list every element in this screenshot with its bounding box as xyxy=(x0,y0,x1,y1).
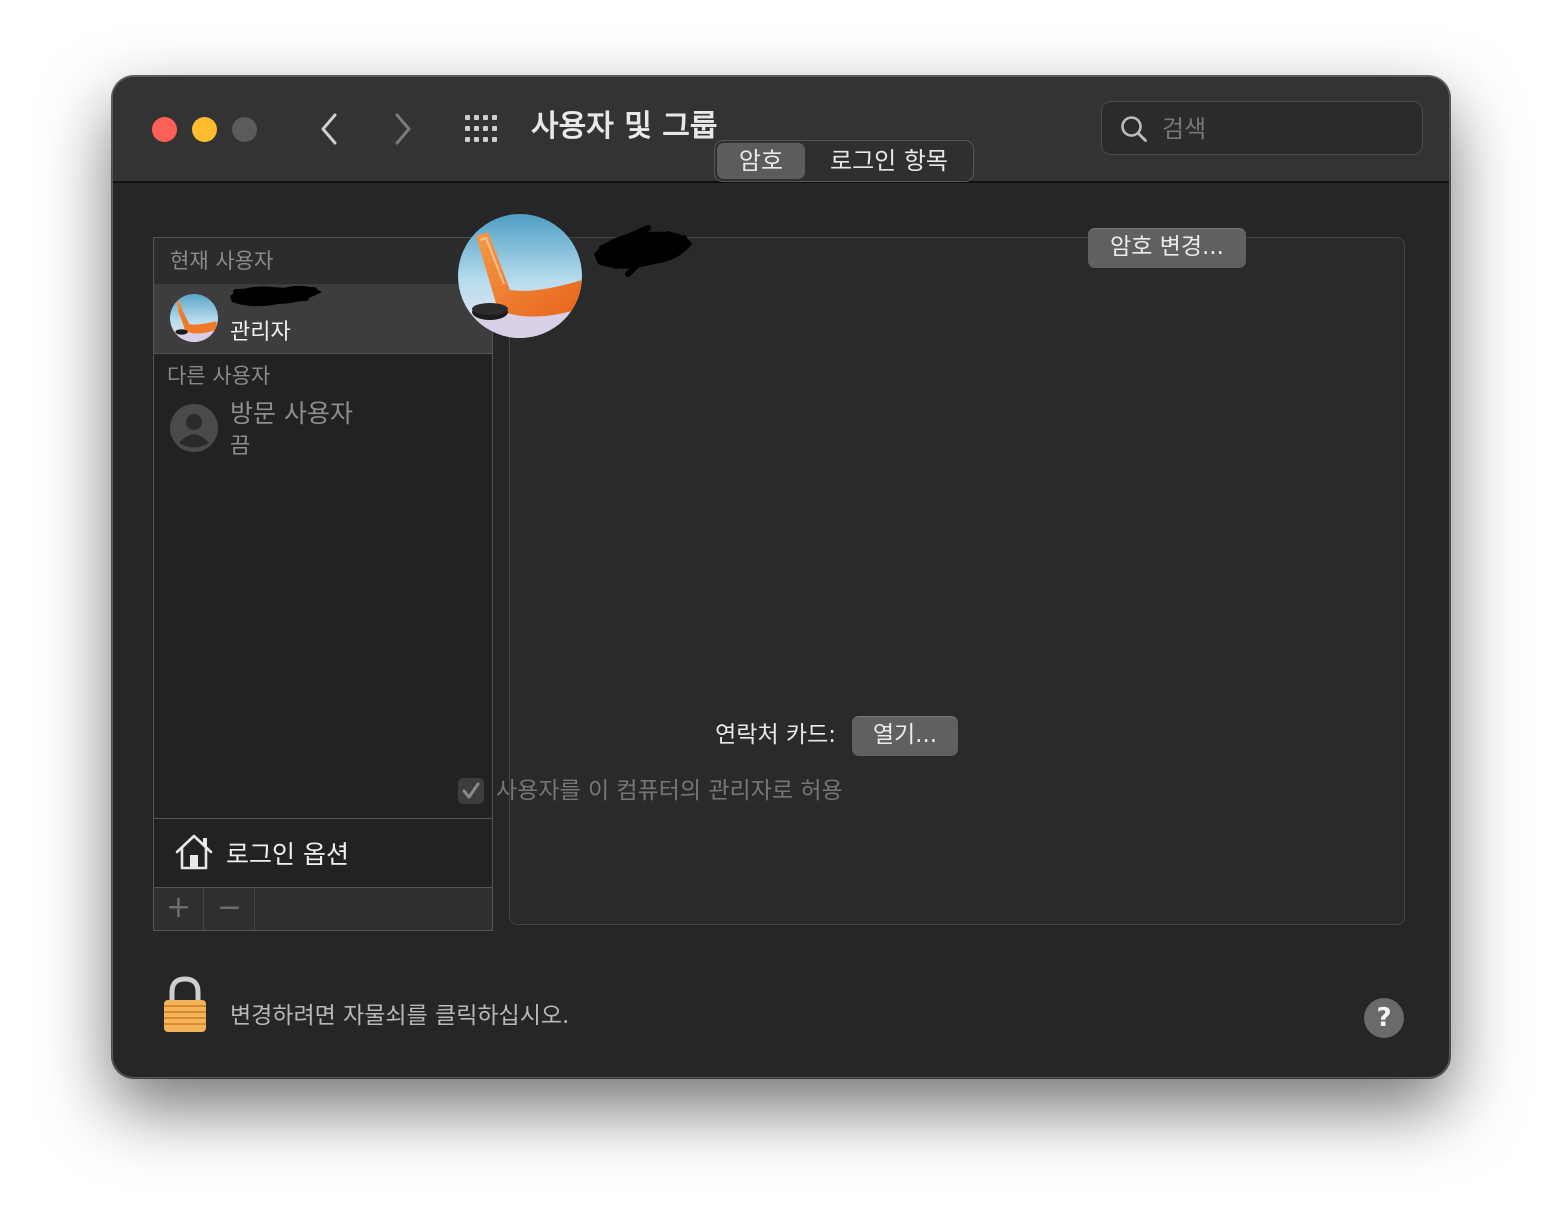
system-preferences-window: 사용자 및 그룹 현재 사용자 xyxy=(112,76,1450,1078)
search-field[interactable] xyxy=(1101,101,1423,155)
tab-login-items[interactable]: 로그인 항목 xyxy=(807,143,971,179)
redacted-username xyxy=(230,285,322,307)
back-chevron-icon xyxy=(321,113,337,145)
other-users-header: 다른 사용자 xyxy=(167,364,271,388)
avatar xyxy=(170,294,218,342)
checkmark-icon xyxy=(462,782,480,799)
user-detail-panel xyxy=(509,237,1405,925)
sidebar-toolbar: + − xyxy=(154,888,492,930)
window-title: 사용자 및 그룹 xyxy=(531,109,718,144)
grid-icon xyxy=(465,115,497,142)
user-picture[interactable] xyxy=(458,214,582,338)
change-password-button[interactable]: 암호 변경... xyxy=(1088,228,1246,268)
search-icon xyxy=(1121,116,1147,142)
login-options-row[interactable]: 로그인 옵션 xyxy=(154,818,492,888)
guest-person-icon xyxy=(170,404,218,452)
guest-user-name: 방문 사용자 xyxy=(230,399,353,428)
redacted-full-name xyxy=(594,225,692,277)
admin-checkbox[interactable] xyxy=(458,778,484,804)
add-user-button[interactable]: + xyxy=(154,888,204,930)
guest-user-row[interactable]: 방문 사용자 끔 xyxy=(154,398,492,462)
user-role: 관리자 xyxy=(230,320,291,345)
back-button[interactable] xyxy=(309,107,349,151)
close-button[interactable] xyxy=(152,117,177,142)
help-button[interactable]: ? xyxy=(1364,998,1404,1038)
zoom-button xyxy=(232,117,257,142)
forward-chevron-icon xyxy=(395,113,411,145)
search-input[interactable] xyxy=(1160,110,1414,148)
current-user-row[interactable]: 관리자 xyxy=(154,284,492,354)
minimize-button[interactable] xyxy=(192,117,217,142)
user-list-sidebar: 현재 사용자 관리자 다른 사용자 방문 사용자 끔 로그인 옵션 + − xyxy=(153,237,493,931)
remove-user-button[interactable]: − xyxy=(205,888,255,930)
forward-button[interactable] xyxy=(383,107,423,151)
login-options-label: 로그인 옵션 xyxy=(226,840,349,869)
house-icon xyxy=(175,834,213,870)
open-contact-card-button[interactable]: 열기... xyxy=(852,716,958,756)
show-all-button[interactable] xyxy=(463,113,503,145)
tab-password[interactable]: 암호 xyxy=(717,143,805,179)
tab-bar: 암호 로그인 항목 xyxy=(714,140,974,182)
admin-checkbox-label: 사용자를 이 컴퓨터의 관리자로 허용 xyxy=(496,778,843,804)
contact-card-label: 연락처 카드: xyxy=(715,722,836,748)
guest-user-status: 끔 xyxy=(230,434,251,459)
